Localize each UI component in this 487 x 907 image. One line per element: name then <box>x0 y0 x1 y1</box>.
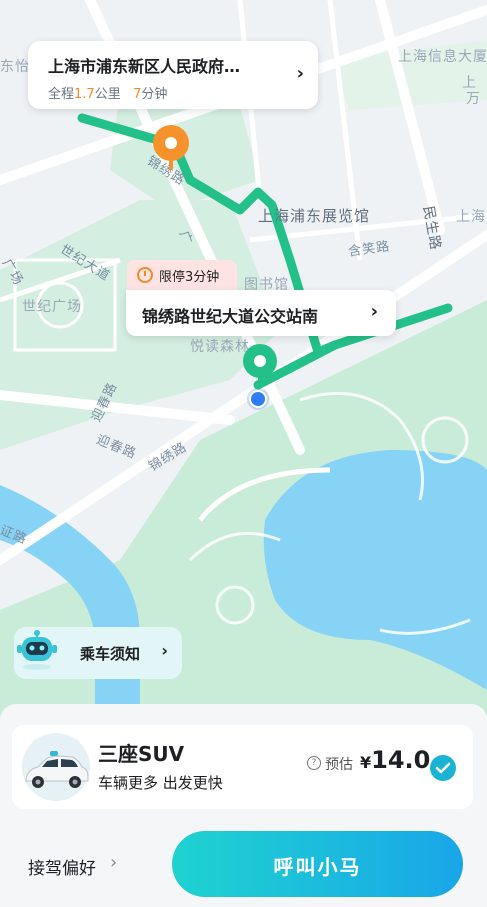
pickup-stop-name: 锦绣路世纪大道公交站南 <box>142 307 319 326</box>
wait-limit-badge: 限停3分钟 <box>127 260 237 290</box>
vehicle-description: 车辆更多 出发更快 <box>98 774 223 792</box>
pickup-pin-stem <box>258 374 262 388</box>
selected-checkmark-icon[interactable] <box>430 755 456 781</box>
chevron-right-icon: › <box>296 63 304 84</box>
robot-icon <box>17 630 57 670</box>
wait-limit-text: 限停3分钟 <box>159 270 220 285</box>
origin-pin-stem <box>169 158 173 170</box>
destination-title: 上海市浦东新区人民政府… <box>48 57 241 76</box>
bottom-sheet: 三座SUV 车辆更多 出发更快 ? 预估 ¥14.0 接驾偏好 › 呼叫小马 <box>0 704 487 907</box>
chevron-right-icon: › <box>110 852 118 873</box>
map-label: 上海 <box>456 209 486 225</box>
call-ride-button[interactable]: 呼叫小马 <box>172 831 463 897</box>
price: ¥14.0 <box>360 746 430 774</box>
chevron-right-icon: › <box>370 301 378 322</box>
map-label: 上海信息大厦 <box>398 49 487 65</box>
map-view[interactable]: 东怡 上海信息大厦 上 万 锦绣路 上海浦东展览馆 民生路 上海 含笑路 世纪大… <box>0 0 487 720</box>
estimate-label: 预估 <box>325 757 353 773</box>
vehicle-option-card[interactable]: 三座SUV 车辆更多 出发更快 ? 预估 ¥14.0 <box>12 725 473 809</box>
current-location-icon <box>249 390 267 408</box>
distance-value: 1.7 <box>74 87 95 102</box>
vehicle-name: 三座SUV <box>98 742 185 766</box>
origin-pin-icon <box>153 125 189 161</box>
time-unit: 分钟 <box>141 87 168 102</box>
map-label: 悦读森林 <box>190 339 250 355</box>
pickup-stop-card[interactable]: 锦绣路世纪大道公交站南 › <box>126 290 396 336</box>
chevron-right-icon: › <box>161 641 168 660</box>
map-label: 万 <box>466 91 481 107</box>
currency-symbol: ¥ <box>360 753 372 772</box>
pickup-pin-icon <box>243 344 277 378</box>
car-icon <box>22 733 90 801</box>
distance-prefix: 全程 <box>48 87 75 102</box>
call-ride-label: 呼叫小马 <box>273 857 362 879</box>
distance-unit: 公里 <box>94 87 121 102</box>
trip-summary: 全程1.7公里 7分钟 <box>48 83 167 102</box>
map-label: 上海浦东展览馆 <box>258 207 371 225</box>
pickup-preference-link[interactable]: 接驾偏好 <box>28 854 96 879</box>
ride-notice-label: 乘车须知 <box>80 645 141 663</box>
map-label: 东怡 <box>0 59 30 75</box>
price-value: 14.0 <box>371 746 431 774</box>
ride-notice-button[interactable]: 乘车须知 › <box>14 627 182 679</box>
map-label: 世纪广场 <box>22 299 82 315</box>
destination-card[interactable]: 上海市浦东新区人民政府… 全程1.7公里 7分钟 › <box>28 41 318 109</box>
clock-icon <box>137 267 153 283</box>
help-icon[interactable]: ? <box>307 756 321 770</box>
